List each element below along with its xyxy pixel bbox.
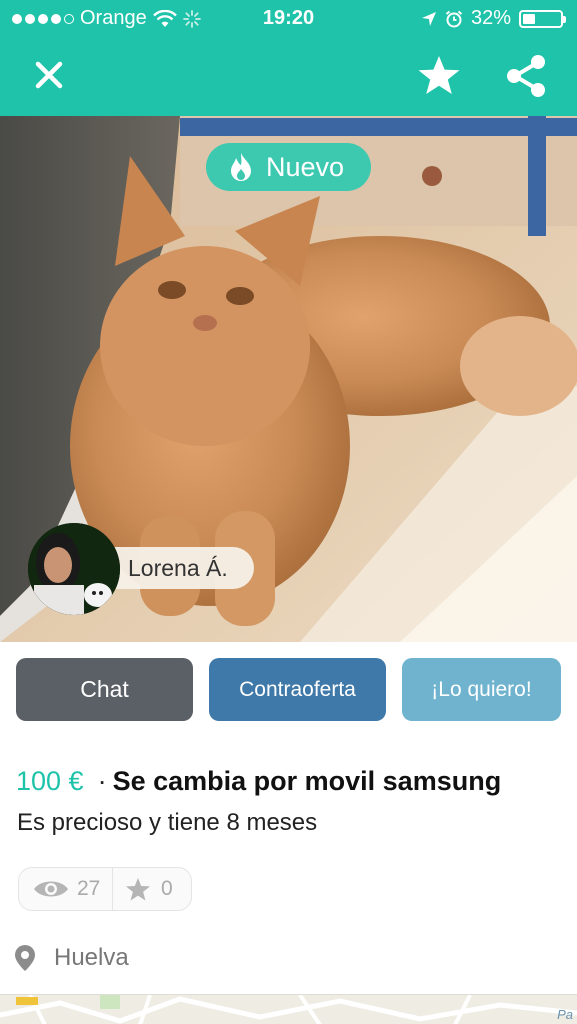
eye-icon bbox=[34, 881, 68, 897]
status-right: 32% bbox=[421, 7, 566, 30]
chat-button[interactable]: Chat bbox=[16, 658, 193, 721]
flame-icon bbox=[231, 153, 251, 181]
battery-fill bbox=[523, 13, 535, 24]
battery-icon bbox=[519, 9, 566, 28]
new-badge: Nuevo bbox=[206, 143, 371, 191]
star-icon[interactable] bbox=[416, 54, 462, 98]
favorites-stat: 0 bbox=[113, 868, 173, 910]
star-outline-icon bbox=[126, 877, 150, 900]
listing-stats: 27 0 bbox=[18, 867, 192, 911]
title-separator: · bbox=[97, 766, 107, 796]
favorites-count: 0 bbox=[161, 877, 173, 900]
app-header: Orange 19:20 32% bbox=[0, 0, 577, 116]
map-label: Pa bbox=[557, 1007, 573, 1022]
location-pin-icon bbox=[15, 945, 35, 971]
listing-description: Es precioso y tiene 8 meses bbox=[17, 809, 318, 836]
new-badge-label: Nuevo bbox=[266, 151, 345, 182]
price: 100 € bbox=[16, 766, 84, 796]
close-icon[interactable] bbox=[30, 56, 68, 94]
views-count: 27 bbox=[77, 877, 101, 900]
avatar[interactable] bbox=[28, 523, 120, 615]
location-row[interactable]: Huelva bbox=[14, 944, 129, 972]
location-map[interactable]: Pa bbox=[0, 994, 577, 1024]
views-stat: 27 bbox=[19, 868, 113, 910]
location-name: Huelva bbox=[54, 944, 129, 971]
share-icon[interactable] bbox=[505, 54, 547, 98]
listing-title: Se cambia por movil samsung bbox=[112, 766, 502, 796]
nav-bar bbox=[0, 38, 577, 116]
want-button[interactable]: ¡Lo quiero! bbox=[402, 658, 561, 721]
battery-percentage: 32% bbox=[470, 7, 511, 29]
status-bar: Orange 19:20 32% bbox=[0, 0, 577, 38]
alarm-icon bbox=[445, 10, 463, 27]
location-arrow-icon bbox=[421, 11, 436, 26]
counteroffer-button[interactable]: Contraoferta bbox=[209, 658, 386, 721]
seller-name: Lorena Á. bbox=[128, 554, 228, 581]
listing-title-line: 100 € · Se cambia por movil samsung bbox=[16, 766, 566, 797]
